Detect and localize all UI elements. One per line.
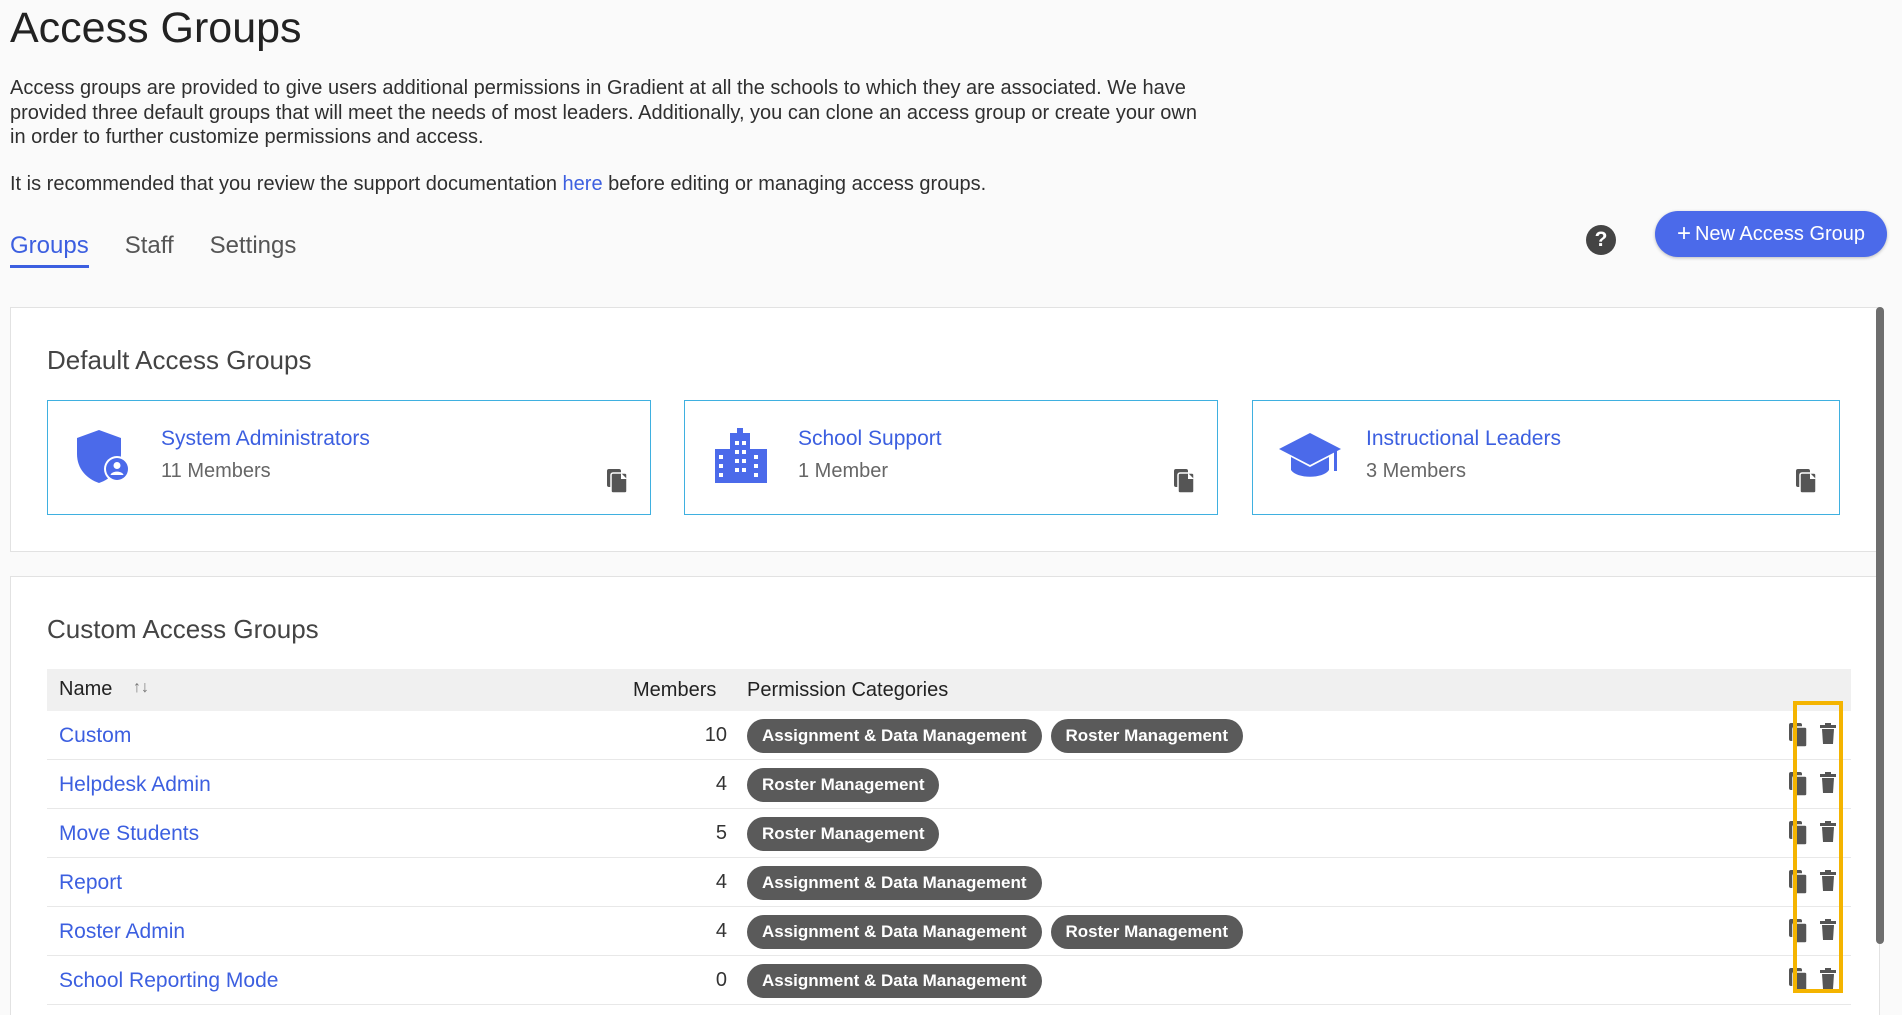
group-name-link[interactable]: Custom	[59, 724, 131, 748]
support-doc-link[interactable]: here	[563, 173, 603, 195]
permission-chips: Roster Management	[747, 768, 940, 802]
permission-chip: Assignment & Data Management	[747, 719, 1042, 753]
table-row: Roster Admin 4 Assignment & Data Managemen…	[47, 907, 1851, 956]
permission-chips: Assignment & Data Management	[747, 866, 1042, 900]
table-row: School Reporting Mode 0 Assignment & Data …	[47, 956, 1851, 1005]
card-system-administrators[interactable]: System Administrators 11 Members	[47, 400, 651, 515]
group-member-count: 4	[715, 871, 727, 893]
table-header: Name ↑↓ Members Permission Categories	[47, 669, 1851, 711]
help-icon[interactable]: ?	[1586, 225, 1616, 255]
card-instructional-leaders[interactable]: Instructional Leaders 3 Members	[1252, 400, 1840, 515]
table-body: Custom 10 Assignment & Data Management Rost…	[47, 711, 1851, 1005]
table-row: Report 4 Assignment & Data Management	[47, 858, 1851, 907]
card-name[interactable]: System Administrators	[161, 427, 370, 451]
default-groups-title: Default Access Groups	[47, 345, 312, 375]
copy-icon[interactable]	[1795, 468, 1817, 494]
custom-groups-title: Custom Access Groups	[47, 614, 319, 644]
tab-bar: Groups Staff Settings	[10, 232, 332, 268]
permission-chips: Assignment & Data Management	[747, 964, 1042, 998]
new-access-group-label: New Access Group	[1694, 222, 1866, 245]
card-members: 1 Member	[798, 460, 889, 482]
copy-icon[interactable]	[606, 468, 628, 494]
permission-chips: Roster Management	[747, 817, 940, 851]
custom-access-groups-panel: Custom Access Groups Name ↑↓ Members Per…	[10, 576, 1880, 1015]
group-member-count: 0	[715, 969, 727, 991]
page-title: Access Groups	[10, 4, 302, 52]
card-members: 3 Members	[1366, 460, 1467, 482]
group-name-link[interactable]: School Reporting Mode	[59, 969, 278, 993]
permission-chip: Assignment & Data Management	[747, 915, 1042, 949]
column-permission-categories: Permission Categories	[747, 679, 949, 701]
group-name-link[interactable]: Report	[59, 871, 122, 895]
group-name-link[interactable]: Helpdesk Admin	[59, 773, 211, 797]
page-description: Access groups are provided to give users…	[10, 77, 1197, 148]
group-name-link[interactable]: Move Students	[59, 822, 199, 846]
shield-user-icon	[77, 430, 130, 483]
copy-icon[interactable]	[1173, 468, 1195, 494]
table-row: Move Students 5 Roster Management	[47, 809, 1851, 858]
sort-icon[interactable]: ↑↓	[133, 679, 149, 697]
group-member-count: 4	[715, 920, 727, 942]
permission-chips: Assignment & Data Management Roster Manag…	[747, 719, 1243, 753]
table-row: Helpdesk Admin 4 Roster Management	[47, 760, 1851, 809]
tab-settings[interactable]: Settings	[210, 232, 297, 268]
recommendation-before: It is recommended that you review the su…	[10, 173, 563, 195]
new-access-group-button[interactable]: + New Access Group	[1655, 211, 1887, 257]
plus-icon: +	[1676, 220, 1691, 247]
custom-groups-table: Name ↑↓ Members Permission Categories Cu…	[47, 669, 1851, 1005]
card-members: 11 Members	[161, 460, 271, 482]
recommendation-after: before editing or managing access groups…	[602, 173, 987, 195]
tab-staff[interactable]: Staff	[125, 232, 174, 268]
group-member-count: 5	[715, 822, 727, 844]
delete-column-highlight	[1793, 701, 1843, 993]
recommendation-text: It is recommended that you review the su…	[10, 173, 986, 196]
column-name[interactable]: Name	[59, 678, 112, 701]
permission-chip: Assignment & Data Management	[747, 964, 1042, 998]
group-name-link[interactable]: Roster Admin	[59, 920, 185, 944]
permission-chip: Roster Management	[747, 768, 940, 802]
card-name[interactable]: Instructional Leaders	[1366, 427, 1561, 451]
permission-chip: Roster Management	[1050, 719, 1243, 753]
column-members: Members	[633, 679, 717, 701]
graduation-cap-icon	[1279, 433, 1341, 477]
permission-chip: Roster Management	[1050, 915, 1243, 949]
permission-chip: Assignment & Data Management	[747, 866, 1042, 900]
card-name[interactable]: School Support	[798, 427, 942, 451]
group-member-count: 10	[704, 724, 727, 746]
default-access-groups-panel: Default Access Groups System Administrat…	[10, 307, 1880, 552]
card-school-support[interactable]: School Support 1 Member	[684, 400, 1218, 515]
scrollbar[interactable]	[1876, 307, 1884, 944]
group-member-count: 4	[715, 773, 727, 795]
table-row: Custom 10 Assignment & Data Management Rost…	[47, 711, 1851, 760]
tab-groups[interactable]: Groups	[10, 232, 89, 268]
permission-chip: Roster Management	[747, 817, 940, 851]
permission-chips: Assignment & Data Management Roster Manag…	[747, 915, 1243, 949]
building-icon	[715, 428, 767, 483]
